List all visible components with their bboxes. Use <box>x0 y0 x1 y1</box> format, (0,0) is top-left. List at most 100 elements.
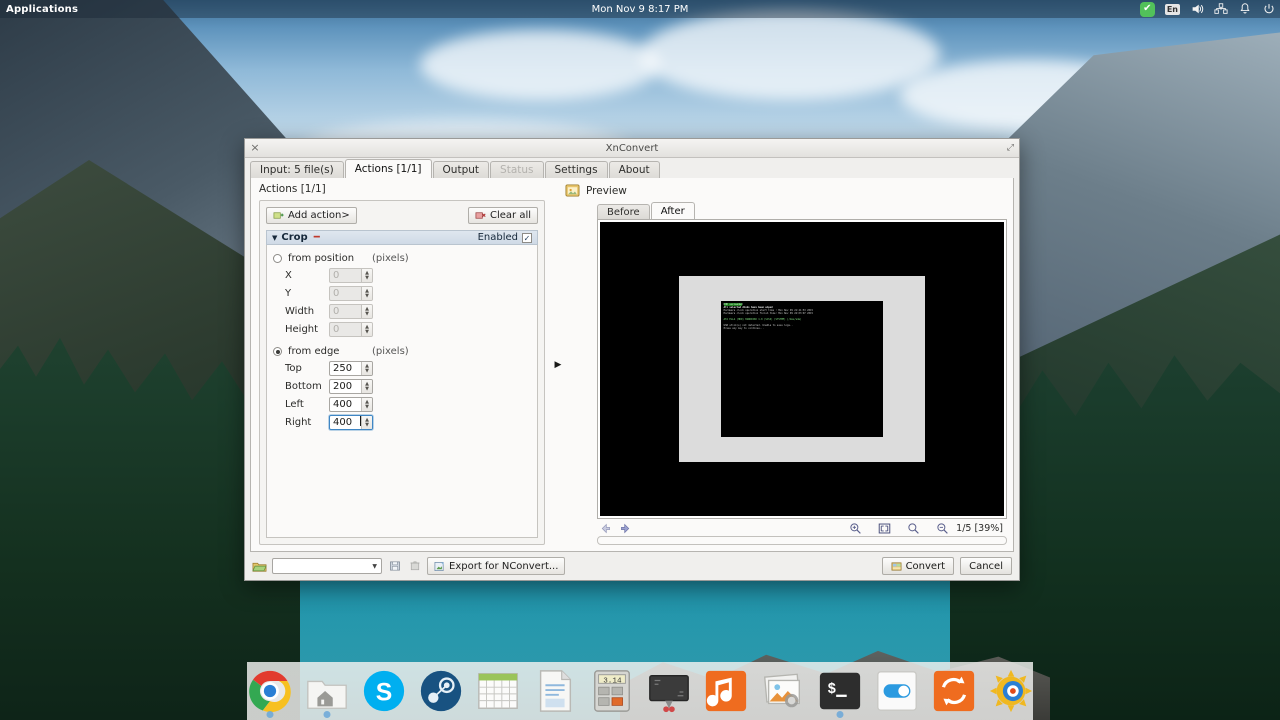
preview-toolbar: 1/5 [39%] <box>597 519 1007 536</box>
from-position-label: from position <box>288 253 366 264</box>
clear-all-label: Clear all <box>490 210 531 221</box>
field-y-input: 0 ▲▼ <box>329 286 373 301</box>
from-edge-radio[interactable] <box>273 347 282 356</box>
network-icon[interactable] <box>1214 2 1228 16</box>
field-right-stepper[interactable]: ▲▼ <box>361 416 372 429</box>
field-y-stepper: ▲▼ <box>361 287 372 300</box>
dock-item-steam[interactable] <box>418 668 464 714</box>
field-bottom-input[interactable]: 200 ▲▼ <box>329 379 373 394</box>
delete-icon <box>409 560 421 572</box>
field-bottom-stepper[interactable]: ▲▼ <box>361 380 372 393</box>
dock-item-word-processor[interactable] <box>532 668 578 714</box>
window-titlebar[interactable]: × XnConvert ⤢ <box>245 139 1019 158</box>
tab-settings[interactable]: Settings <box>545 161 608 178</box>
dock-item-screenshot-tool[interactable] <box>646 668 692 714</box>
save-preset-button[interactable] <box>387 559 402 574</box>
field-top-stepper[interactable]: ▲▼ <box>361 362 372 375</box>
remove-action-icon[interactable]: ━ <box>314 232 320 243</box>
preview-scrollbar[interactable] <box>597 536 1007 545</box>
preview-image-frame[interactable]: DOD succeeded All selected disks have be… <box>597 219 1007 519</box>
panel-clock[interactable]: Mon Nov 9 8:17 PM <box>0 4 1280 15</box>
actions-pane: Actions [1/1] Add action> <box>251 178 551 551</box>
clear-all-button[interactable]: Clear all <box>468 207 538 224</box>
panel-collapse-handle[interactable]: ▶ <box>551 178 565 551</box>
field-left-input[interactable]: 400 ▲▼ <box>329 397 373 412</box>
add-action-icon <box>273 210 284 221</box>
tab-output[interactable]: Output <box>433 161 489 178</box>
field-width-label: Width <box>285 306 329 317</box>
dock-item-calculator[interactable]: 3.14 <box>589 668 635 714</box>
convert-icon <box>891 561 902 572</box>
preview-counter: 1/5 [39%] <box>956 523 1007 534</box>
next-arrow-icon[interactable] <box>619 522 632 535</box>
chevron-right-icon[interactable]: ▶ <box>555 360 562 370</box>
previous-arrow-icon[interactable] <box>599 522 612 535</box>
field-height: Height 0 ▲▼ <box>285 322 531 337</box>
export-icon <box>434 561 445 572</box>
field-x-label: X <box>285 270 329 281</box>
zoom-out-icon[interactable] <box>936 522 949 535</box>
dock-item-sync[interactable] <box>931 668 977 714</box>
field-left-stepper[interactable]: ▲▼ <box>361 398 372 411</box>
preview-pane: Preview Before After DOD succeeded All s… <box>565 178 1013 551</box>
preview-tab-before[interactable]: Before <box>597 204 650 219</box>
tab-actions[interactable]: Actions [1/1] <box>345 159 432 178</box>
action-crop-header[interactable]: ▼ Crop ━ Enabled ✓ <box>266 230 538 245</box>
cloud <box>640 10 940 100</box>
system-tray: ✔ En <box>1140 2 1276 17</box>
dock-item-chrome[interactable] <box>247 668 293 714</box>
from-position-row[interactable]: from position (pixels) <box>273 253 531 264</box>
open-preset-icon[interactable] <box>252 559 267 574</box>
from-position-radio[interactable] <box>273 254 282 263</box>
fit-to-window-icon[interactable] <box>878 522 891 535</box>
field-left: Left 400 ▲▼ <box>285 397 531 412</box>
preset-combo[interactable]: ▼ <box>272 558 382 574</box>
enabled-checkbox[interactable]: ✓ <box>522 233 532 243</box>
tab-content-actions: Actions [1/1] Add action> <box>250 178 1014 552</box>
from-edge-label: from edge <box>288 346 366 357</box>
dock-item-terminal[interactable]: $ <box>817 668 863 714</box>
volume-icon[interactable] <box>1190 2 1204 16</box>
delete-preset-button <box>407 559 422 574</box>
dock-item-xnview[interactable] <box>988 668 1034 714</box>
export-nconvert-button[interactable]: Export for NConvert... <box>427 557 565 575</box>
keyboard-layout-icon[interactable]: En <box>1165 4 1180 15</box>
zoom-in-icon[interactable] <box>849 522 862 535</box>
field-width-input: 0 ▲▼ <box>329 304 373 319</box>
dock-item-settings-toggle[interactable] <box>874 668 920 714</box>
add-action-button[interactable]: Add action> <box>266 207 357 224</box>
preview-canvas: DOD succeeded All selected disks have be… <box>600 222 1004 516</box>
tab-about[interactable]: About <box>609 161 660 178</box>
application-dock: S <box>247 662 1033 720</box>
settings-toggle-icon <box>874 668 920 714</box>
notifications-bell-icon[interactable] <box>1238 2 1252 16</box>
word-processor-icon <box>532 668 578 714</box>
svg-text:3.14: 3.14 <box>603 677 622 685</box>
actions-heading: Actions [1/1] <box>259 183 551 195</box>
xnconvert-window: × XnConvert ⤢ Input: 5 file(s) Actions [… <box>244 138 1020 581</box>
dock-item-skype[interactable]: S <box>361 668 407 714</box>
field-height-input: 0 ▲▼ <box>329 322 373 337</box>
dock-item-spreadsheet[interactable] <box>475 668 521 714</box>
preview-tab-after[interactable]: After <box>651 202 695 219</box>
dock-item-file-manager[interactable] <box>304 668 350 714</box>
from-edge-row[interactable]: from edge (pixels) <box>273 346 531 357</box>
dock-item-image-viewer[interactable] <box>760 668 806 714</box>
cancel-button[interactable]: Cancel <box>960 557 1012 575</box>
field-height-stepper: ▲▼ <box>361 323 372 336</box>
tab-input[interactable]: Input: 5 file(s) <box>250 161 344 178</box>
chevron-down-icon[interactable]: ▼ <box>272 234 277 242</box>
updates-icon[interactable]: ✔ <box>1140 2 1155 17</box>
field-right-input[interactable]: 400 ▲▼ <box>329 415 373 430</box>
field-width: Width 0 ▲▼ <box>285 304 531 319</box>
field-right-value: 400 <box>330 416 360 429</box>
dock-item-music-player[interactable] <box>703 668 749 714</box>
power-icon[interactable] <box>1262 2 1276 16</box>
convert-button[interactable]: Convert <box>882 557 955 575</box>
maximize-icon[interactable]: ⤢ <box>1007 143 1014 153</box>
preview-terminal-content: DOD succeeded All selected disks have be… <box>721 301 884 436</box>
chevron-down-icon[interactable]: ▼ <box>372 563 377 570</box>
actual-size-icon[interactable] <box>907 522 920 535</box>
zoom-controls <box>849 522 956 535</box>
field-top-input[interactable]: 250 ▲▼ <box>329 361 373 376</box>
